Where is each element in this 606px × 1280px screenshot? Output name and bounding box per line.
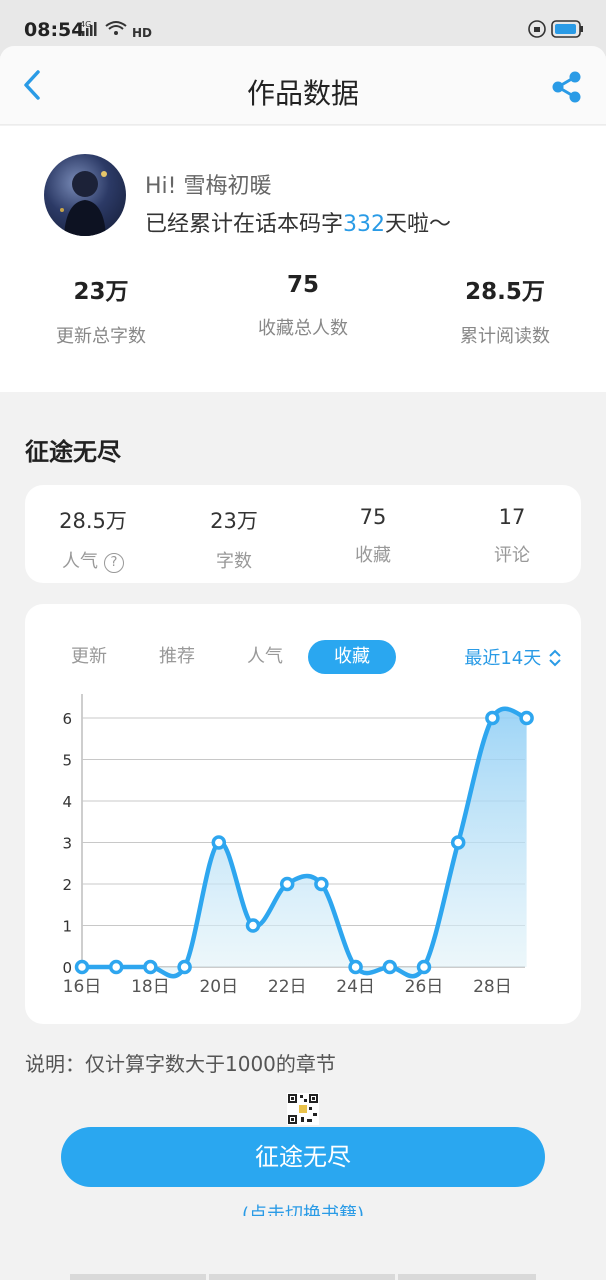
qr-code-icon xyxy=(287,1093,319,1125)
tabbar-segment xyxy=(209,1274,395,1280)
writing-days: 已经累计在话本码字332天啦～ xyxy=(145,206,451,238)
y-tick-label: 4 xyxy=(62,793,72,811)
greeting-prefix: Hi! xyxy=(145,174,177,199)
switch-book-button[interactable]: 征途无尽 xyxy=(61,1127,545,1187)
range-selector[interactable]: 最近14天 xyxy=(464,644,563,670)
x-tick-label: 16日 xyxy=(63,977,102,997)
switch-book-link[interactable]: (点击切换书籍) xyxy=(0,1200,606,1216)
days-count: 332 xyxy=(343,212,386,237)
signal-wifi-icon: 4G HD xyxy=(80,20,152,40)
avatar[interactable] xyxy=(44,154,126,236)
data-point xyxy=(314,876,329,892)
range-label: 最近14天 xyxy=(464,648,542,669)
tabbar-segment xyxy=(398,1274,536,1280)
metric-label: 收藏 xyxy=(355,545,391,566)
metric-popularity: 28.5万人气? xyxy=(23,505,163,573)
data-point xyxy=(450,835,466,850)
stat-value: 28.5万 xyxy=(465,279,545,305)
stat-label: 累计阅读数 xyxy=(460,326,550,347)
metric-value: 75 xyxy=(359,505,387,529)
book-title: 征途无尽 xyxy=(25,438,121,466)
data-point xyxy=(177,959,192,975)
hd-label: HD xyxy=(132,26,152,40)
chart-card: 更新 推荐 人气 收藏 最近14天 0 1 2 3 4 5 6 16日 18日 20日 22日 24日… xyxy=(25,604,581,1024)
y-tick-label: 6 xyxy=(62,710,72,728)
chart-note: 说明：仅计算字数大于1000的章节 xyxy=(25,1052,336,1076)
page-title: 作品数据 xyxy=(246,77,359,110)
tabbar-segment xyxy=(70,1274,206,1280)
stat-total-reads: 28.5万累计阅读数 xyxy=(405,272,605,348)
y-tick-label: 0 xyxy=(62,959,72,977)
y-tick-label: 3 xyxy=(62,835,72,853)
data-point xyxy=(382,959,398,975)
data-point xyxy=(74,959,90,975)
x-tick-label: 24日 xyxy=(336,977,375,997)
y-tick-label: 2 xyxy=(62,876,72,894)
metric-label: 字数 xyxy=(216,551,252,572)
metric-words: 23万字数 xyxy=(164,505,304,573)
tab-popularity[interactable]: 人气 xyxy=(239,640,291,674)
data-point xyxy=(108,959,124,975)
book-metrics-card: 28.5万人气? 23万字数 75 收藏 17 评论 xyxy=(25,485,581,583)
data-point xyxy=(416,959,432,975)
status-time: 08:54 xyxy=(24,19,85,41)
metric-value: 17 xyxy=(498,505,526,529)
profile-panel: Hi! 雪梅初暖 已经累计在话本码字332天啦～ 23万更新总字数 75 收藏总人… xyxy=(0,126,606,392)
tab-favorites[interactable]: 收藏 xyxy=(308,640,396,674)
x-tick-label: 22日 xyxy=(268,977,307,997)
metric-favorites: 75 收藏 xyxy=(303,505,443,567)
y-tick-label: 1 xyxy=(62,918,72,936)
data-point xyxy=(348,959,363,975)
metric-value: 28.5万 xyxy=(59,509,127,533)
data-point xyxy=(279,876,295,892)
x-tick-label: 20日 xyxy=(199,977,238,997)
data-point xyxy=(211,835,227,850)
stat-total-words: 23万更新总字数 xyxy=(1,272,201,348)
data-point xyxy=(245,918,261,933)
greeting: Hi! 雪梅初暖 xyxy=(145,168,272,200)
app-header: 作品数据 xyxy=(0,46,606,125)
tab-recommend[interactable]: 推荐 xyxy=(151,640,203,674)
metric-comments: 17 评论 xyxy=(442,505,582,567)
data-point xyxy=(485,710,500,726)
y-tick-label: 5 xyxy=(62,752,72,770)
x-tick-label: 28日 xyxy=(473,977,512,997)
stat-label: 更新总字数 xyxy=(56,326,146,347)
battery-icon xyxy=(528,20,583,38)
avatar-image xyxy=(60,171,107,236)
help-icon[interactable]: ? xyxy=(104,553,124,573)
metric-label: 评论 xyxy=(494,545,530,566)
share-button[interactable] xyxy=(550,70,584,108)
x-tick-label: 18日 xyxy=(131,977,170,997)
network-type-label: 4G xyxy=(80,20,91,29)
stat-label: 收藏总人数 xyxy=(258,318,348,339)
sort-arrows-icon xyxy=(549,649,561,667)
stat-total-favorites: 75 收藏总人数 xyxy=(203,272,403,340)
metric-label-row: 人气? xyxy=(23,547,163,573)
stat-value: 75 xyxy=(286,272,319,298)
data-point xyxy=(143,959,158,975)
status-right-icons xyxy=(528,18,584,44)
metric-value: 23万 xyxy=(210,509,258,533)
stat-value: 23万 xyxy=(73,279,129,305)
data-point xyxy=(519,710,534,726)
days-prefix: 已经累计在话本码字 xyxy=(145,212,344,237)
x-tick-label: 26日 xyxy=(405,977,444,997)
network-icons: 4G HD xyxy=(80,18,160,44)
tab-updates[interactable]: 更新 xyxy=(63,640,115,674)
favorites-chart: 0 1 2 3 4 5 6 16日 18日 20日 22日 24日 26日 28日 xyxy=(62,694,534,997)
metric-label: 人气 xyxy=(62,551,98,572)
share-icon xyxy=(552,71,581,103)
days-suffix: 天啦～ xyxy=(385,212,452,237)
user-name: 雪梅初暖 xyxy=(183,174,272,199)
